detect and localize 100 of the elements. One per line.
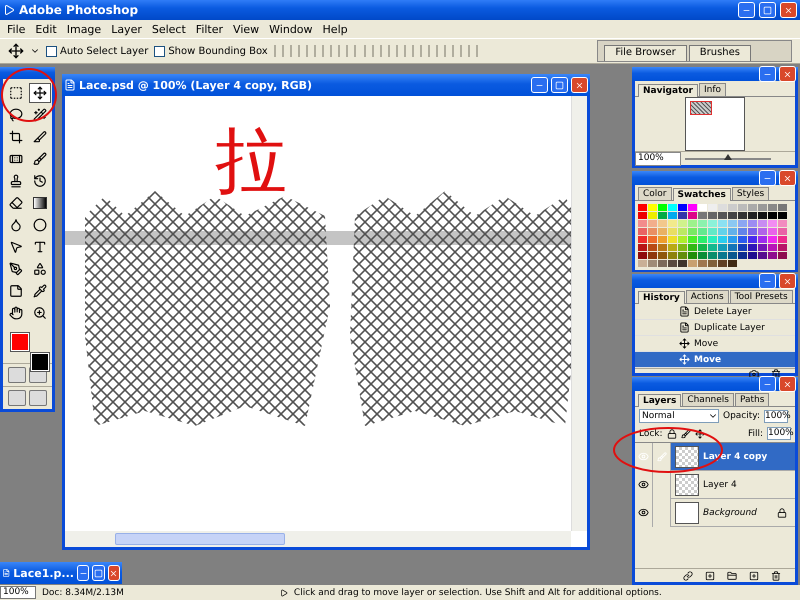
close-button[interactable]	[779, 66, 796, 82]
layer-thumbnail	[675, 474, 699, 496]
panel-tab[interactable]: Info	[699, 83, 726, 96]
menu-item[interactable]: File	[2, 22, 30, 36]
wand-icon	[32, 108, 46, 122]
close-icon	[783, 380, 792, 388]
panel-tab[interactable]: Swatches	[672, 188, 731, 201]
layer-thumbnail	[675, 446, 699, 468]
close-button[interactable]	[571, 77, 588, 93]
close-icon	[109, 568, 118, 578]
view-box	[690, 101, 712, 115]
zoom-field[interactable]: 100%	[635, 152, 681, 166]
checkbox[interactable]: Auto Select Layer	[46, 46, 148, 56]
minimize-button[interactable]	[76, 565, 90, 581]
move-tool-button[interactable]	[28, 83, 50, 103]
history-item[interactable]: Move	[635, 336, 795, 352]
checkbox[interactable]: Show Bounding Box	[154, 46, 268, 56]
trash-icon[interactable]	[771, 369, 781, 379]
eraser-icon	[8, 196, 22, 210]
menu-item[interactable]: Select	[146, 22, 191, 36]
background-color-swatch[interactable]	[31, 353, 49, 371]
screen-mode-button[interactable]	[8, 390, 26, 406]
panel-tab[interactable]: Navigator	[638, 84, 698, 97]
menu-item[interactable]: Filter	[190, 22, 228, 36]
folder-icon[interactable]	[727, 570, 737, 580]
trash-icon[interactable]	[771, 570, 781, 580]
pen-icon	[8, 262, 22, 276]
close-button[interactable]	[780, 2, 797, 18]
close-button[interactable]	[108, 565, 120, 581]
move-icon[interactable]	[694, 428, 705, 438]
maximize-button[interactable]	[551, 77, 568, 93]
menu-arrow-icon[interactable]	[280, 588, 288, 596]
screen-mode-button[interactable]	[29, 390, 47, 406]
menu-item[interactable]: Window	[264, 22, 318, 36]
history-item[interactable]: Duplicate Layer	[635, 320, 795, 336]
menu-item[interactable]: View	[228, 22, 264, 36]
panel-tab[interactable]: Layers	[638, 394, 682, 407]
maximize-icon	[763, 6, 772, 14]
hand-icon	[8, 306, 22, 320]
panel-tab[interactable]: Color	[638, 187, 672, 200]
close-icon	[783, 276, 792, 286]
panel-tab[interactable]: Channels	[682, 393, 734, 406]
gradient-icon	[32, 197, 46, 209]
blur-icon	[8, 218, 22, 232]
minimize-button[interactable]	[738, 2, 755, 18]
opacity-field[interactable]: 100%	[764, 410, 788, 422]
panel-tab[interactable]: History	[638, 291, 685, 304]
type-icon	[32, 240, 46, 254]
maximize-button[interactable]	[92, 565, 105, 581]
horizontal-scrollbar[interactable]	[65, 531, 571, 547]
pointer-icon	[8, 240, 22, 254]
shape-icon	[32, 262, 46, 276]
link-icon[interactable]	[683, 570, 693, 580]
minimize-button[interactable]	[759, 170, 776, 186]
palette-tab[interactable]: Brushes	[688, 45, 751, 61]
fill-field[interactable]: 100%	[767, 427, 791, 440]
layer-row[interactable]: Background	[635, 499, 795, 527]
minimize-button[interactable]	[759, 376, 776, 392]
eye-icon[interactable]	[638, 507, 649, 518]
close-icon	[784, 6, 793, 14]
panel-tab[interactable]: Paths	[734, 393, 770, 406]
history-item[interactable]: Move	[635, 352, 795, 368]
vertical-scrollbar[interactable]	[571, 96, 587, 531]
menu-item[interactable]: Edit	[30, 22, 62, 36]
lock-icon[interactable]	[666, 428, 677, 438]
panel-tab[interactable]: Styles	[732, 187, 770, 200]
palette-tab[interactable]: File Browser	[604, 45, 687, 61]
close-button[interactable]	[779, 273, 796, 289]
maximize-icon	[94, 568, 103, 578]
history-item[interactable]: Delete Layer	[635, 304, 795, 320]
eye-icon[interactable]	[638, 479, 649, 490]
panel-tab[interactable]: Actions	[686, 290, 729, 303]
close-button[interactable]	[779, 376, 796, 392]
layer-row[interactable]: Layer 4	[635, 471, 795, 499]
panel-tab[interactable]: Tool Presets	[730, 290, 793, 303]
move-tool-icon[interactable]	[8, 43, 24, 59]
new-layer-icon[interactable]	[749, 570, 759, 580]
close-icon	[575, 80, 584, 90]
minimize-button[interactable]	[759, 273, 776, 289]
zoom-field[interactable]: 100%	[0, 586, 36, 599]
mask-icon[interactable]	[705, 570, 715, 580]
close-icon	[783, 174, 792, 182]
document-icon	[679, 322, 690, 333]
close-button[interactable]	[779, 170, 796, 186]
maximize-button[interactable]	[759, 2, 776, 18]
notes-icon	[8, 284, 22, 298]
minimize-button[interactable]	[531, 77, 548, 93]
document-icon	[2, 567, 10, 579]
menu-item[interactable]: Image	[62, 22, 106, 36]
menu-item[interactable]: Layer	[106, 22, 147, 36]
maximize-icon	[555, 80, 564, 90]
blend-mode-dropdown[interactable]: Normal	[639, 409, 719, 423]
document-icon	[679, 306, 690, 317]
foreground-color-swatch[interactable]	[11, 333, 29, 351]
dodge-icon	[32, 218, 46, 232]
slice-icon	[32, 130, 46, 144]
minimize-button[interactable]	[759, 66, 776, 82]
swatch-grid-drawing[interactable]	[635, 201, 795, 270]
brush-icon[interactable]	[680, 428, 691, 438]
menu-item[interactable]: Help	[318, 22, 353, 36]
